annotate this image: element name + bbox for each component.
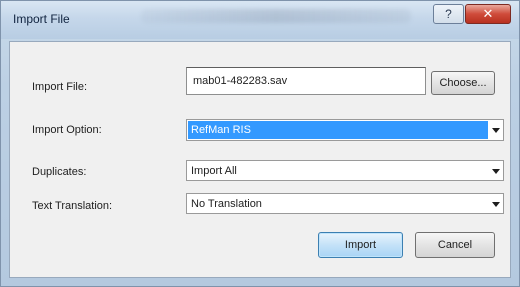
chevron-down-icon (492, 168, 500, 174)
cancel-button[interactable]: Cancel (415, 232, 495, 258)
help-button[interactable]: ? (433, 4, 464, 24)
import-option-value: RefMan RIS (191, 124, 251, 136)
duplicates-label: Duplicates: (32, 166, 87, 178)
close-button[interactable]: ✕ (465, 4, 511, 24)
dialog-body: Import File: Choose... Import Option: Re… (9, 41, 511, 278)
import-option-select[interactable]: RefMan RIS (186, 119, 504, 141)
duplicates-value: Import All (191, 165, 237, 177)
text-translation-select[interactable]: No Translation (186, 193, 504, 214)
import-file-input[interactable] (186, 67, 426, 95)
import-file-label: Import File: (32, 81, 88, 93)
dialog-title: Import File (13, 12, 70, 26)
duplicates-select[interactable]: Import All (186, 160, 504, 181)
import-option-label: Import Option: (32, 124, 102, 136)
blurred-background-title (141, 9, 411, 23)
text-translation-label: Text Translation: (32, 200, 113, 212)
chevron-down-icon (492, 128, 500, 133)
text-translation-value: No Translation (191, 198, 262, 210)
import-button[interactable]: Import (318, 232, 403, 258)
choose-button[interactable]: Choose... (431, 71, 495, 95)
chevron-down-icon (492, 201, 500, 207)
close-icon: ✕ (482, 6, 494, 21)
import-file-dialog: Import File ? ✕ Import File: Choose... I… (0, 0, 520, 287)
title-bar[interactable]: Import File ? ✕ (1, 1, 519, 39)
help-icon: ? (445, 7, 452, 21)
